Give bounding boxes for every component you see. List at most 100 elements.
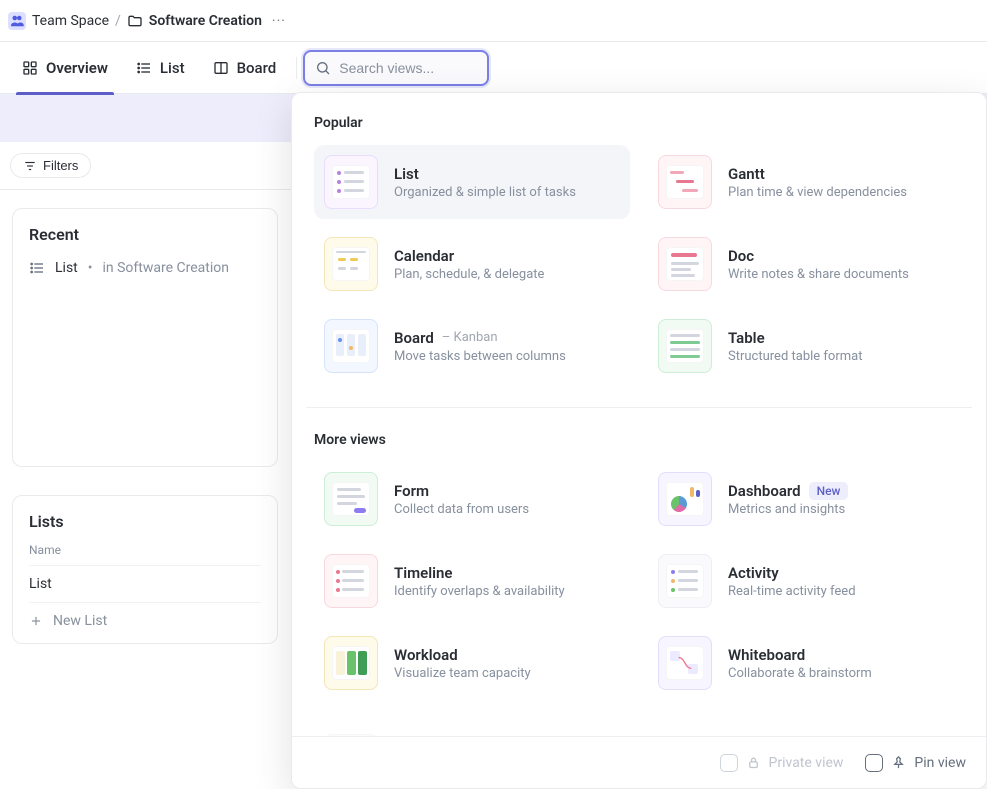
views-dropdown: Popular List Organized & simple list of … xyxy=(291,92,987,789)
option-title: Form xyxy=(394,482,429,500)
view-option-dashboard[interactable]: Dashboard New Metrics and insights xyxy=(648,462,964,536)
view-option-gantt[interactable]: Gantt Plan time & view dependencies xyxy=(648,145,964,219)
view-option-table[interactable]: Table Structured table format xyxy=(648,309,964,383)
activity-option-icon xyxy=(658,554,712,608)
recent-item-location: in Software Creation xyxy=(102,260,228,276)
recent-card: Recent List • in Software Creation xyxy=(12,208,278,467)
view-option-activity[interactable]: Activity Real-time activity feed xyxy=(648,544,964,618)
option-desc: Identify overlaps & availability xyxy=(394,584,620,599)
views-dropdown-scroll[interactable]: Popular List Organized & simple list of … xyxy=(292,93,986,736)
option-title: Activity xyxy=(728,564,779,582)
more-views-grid: Form Collect data from users Dashboard N… xyxy=(314,462,964,700)
pin-view-toggle[interactable]: Pin view xyxy=(865,754,966,772)
lists-header-name: Name xyxy=(29,543,261,557)
breadcrumb-bar: Team Space / Software Creation ··· xyxy=(0,0,987,42)
option-desc: Visualize team capacity xyxy=(394,666,620,681)
search-icon xyxy=(315,60,331,76)
breadcrumb-folder[interactable]: Software Creation xyxy=(127,13,262,29)
view-option-timeline[interactable]: Timeline Identify overlaps & availabilit… xyxy=(314,544,630,618)
tab-list[interactable]: List xyxy=(122,42,199,94)
view-option-list[interactable]: List Organized & simple list of tasks xyxy=(314,145,630,219)
view-tabs: Overview List Board xyxy=(0,42,987,94)
private-view-toggle[interactable]: Private view xyxy=(720,754,844,772)
recent-item-label: List xyxy=(55,260,78,276)
option-desc: Write notes & share documents xyxy=(728,267,954,282)
board-icon xyxy=(213,60,229,76)
option-title: Timeline xyxy=(394,564,452,582)
doc-option-icon xyxy=(658,237,712,291)
view-option-whiteboard[interactable]: Whiteboard Collaborate & brainstorm xyxy=(648,626,964,700)
view-option-peek xyxy=(314,724,630,736)
breadcrumb-separator: / xyxy=(115,13,121,29)
option-title: List xyxy=(394,165,419,183)
filters-button[interactable]: Filters xyxy=(10,153,91,178)
breadcrumb-space[interactable]: Team Space xyxy=(32,13,109,29)
option-title: Calendar xyxy=(394,247,454,265)
popular-grid: List Organized & simple list of tasks Ga… xyxy=(314,145,964,383)
pin-icon xyxy=(891,755,906,770)
peek-option-icon xyxy=(324,734,378,736)
list-row[interactable]: List xyxy=(29,565,261,602)
option-title: Board xyxy=(394,329,434,347)
lock-icon xyxy=(746,755,761,770)
recent-item[interactable]: List • in Software Creation xyxy=(29,256,261,280)
workload-option-icon xyxy=(324,636,378,690)
option-title: Gantt xyxy=(728,165,765,183)
option-subtitle: – Kanban xyxy=(442,330,498,345)
view-option-calendar[interactable]: Calendar Plan, schedule, & delegate xyxy=(314,227,630,301)
calendar-option-icon xyxy=(324,237,378,291)
breadcrumb-folder-label: Software Creation xyxy=(149,13,262,29)
whiteboard-option-icon xyxy=(658,636,712,690)
recent-item-sep: • xyxy=(88,260,93,276)
option-desc: Organized & simple list of tasks xyxy=(394,185,620,200)
view-option-form[interactable]: Form Collect data from users xyxy=(314,462,630,536)
dashboard-option-icon xyxy=(658,472,712,526)
lists-card: Lists Name List New List xyxy=(12,495,278,644)
grid-icon xyxy=(22,60,38,76)
table-option-icon xyxy=(658,319,712,373)
lists-title: Lists xyxy=(29,512,261,531)
checkbox-icon xyxy=(720,754,738,772)
gantt-option-icon xyxy=(658,155,712,209)
tab-overview[interactable]: Overview xyxy=(8,42,122,94)
option-title: Table xyxy=(728,329,765,347)
form-option-icon xyxy=(324,472,378,526)
tab-list-label: List xyxy=(160,59,185,77)
new-list-button[interactable]: New List xyxy=(29,602,261,639)
tab-overview-label: Overview xyxy=(46,59,108,77)
filter-icon xyxy=(23,159,37,173)
list-option-icon xyxy=(324,155,378,209)
folder-icon xyxy=(127,13,143,29)
plus-icon xyxy=(29,614,43,628)
option-desc: Plan, schedule, & delegate xyxy=(394,267,620,282)
search-views[interactable] xyxy=(303,50,489,86)
checkbox-icon xyxy=(865,754,883,772)
option-title: Workload xyxy=(394,646,458,664)
option-desc: Plan time & view dependencies xyxy=(728,185,954,200)
option-title: Whiteboard xyxy=(728,646,805,664)
breadcrumb-more-button[interactable]: ··· xyxy=(268,10,290,32)
board-option-icon xyxy=(324,319,378,373)
private-view-label: Private view xyxy=(769,755,844,771)
section-popular: Popular xyxy=(314,115,964,131)
tab-board-label: Board xyxy=(237,59,277,77)
option-title: Doc xyxy=(728,247,754,265)
filters-label: Filters xyxy=(43,158,78,173)
option-desc: Collect data from users xyxy=(394,502,620,517)
section-divider xyxy=(306,407,972,408)
search-views-wrap xyxy=(303,50,489,86)
view-option-workload[interactable]: Workload Visualize team capacity xyxy=(314,626,630,700)
tab-board[interactable]: Board xyxy=(199,42,291,94)
option-title: Dashboard xyxy=(728,482,801,500)
tab-divider xyxy=(296,57,297,79)
new-badge: New xyxy=(809,482,849,500)
option-desc: Move tasks between columns xyxy=(394,349,620,364)
list-icon xyxy=(29,260,45,276)
view-option-board[interactable]: Board – Kanban Move tasks between column… xyxy=(314,309,630,383)
pin-view-label: Pin view xyxy=(914,755,966,771)
team-space-icon xyxy=(8,12,26,30)
search-views-input[interactable] xyxy=(339,60,477,76)
section-more-views: More views xyxy=(314,432,964,448)
option-desc: Structured table format xyxy=(728,349,954,364)
view-option-doc[interactable]: Doc Write notes & share documents xyxy=(648,227,964,301)
